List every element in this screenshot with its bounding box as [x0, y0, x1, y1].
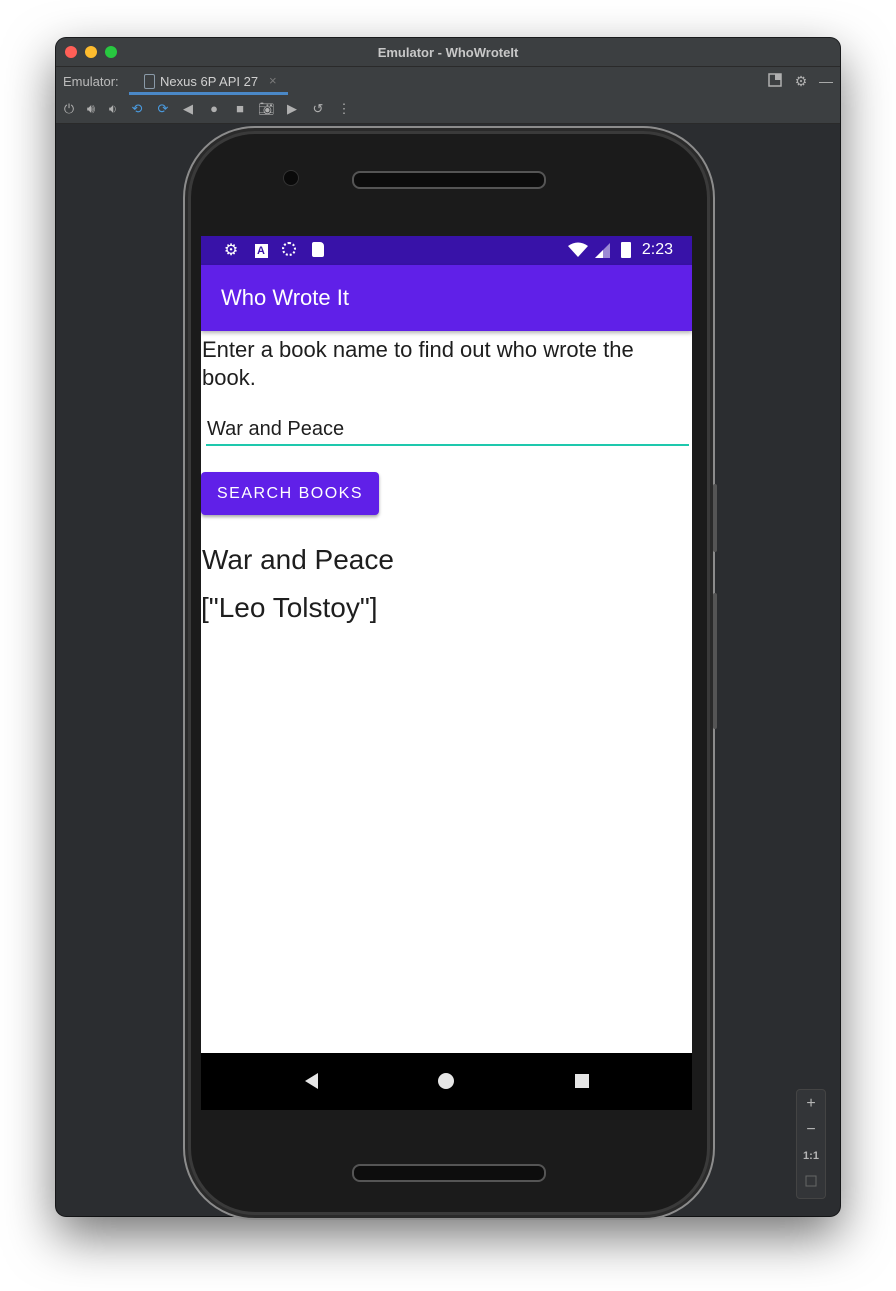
screenshot-icon[interactable]: 📷︎ [258, 101, 275, 117]
bottom-speaker [352, 1164, 546, 1182]
app-title: Who Wrote It [221, 285, 349, 310]
emulator-label: Emulator: [63, 74, 119, 89]
top-speaker [352, 171, 546, 189]
wifi-icon [568, 242, 588, 260]
tab-bar: Emulator: Nexus 6P API 27 × ⚙ — [56, 67, 840, 95]
device-tab-label: Nexus 6P API 27 [160, 74, 259, 89]
back-icon[interactable]: ◀ [180, 101, 196, 117]
front-camera [283, 170, 299, 186]
battery-icon [617, 242, 635, 260]
device-screen: ⚙ A 2:23 Who Wrote It Enter a book name … [201, 236, 692, 1110]
phone-volume-button[interactable] [713, 593, 717, 729]
settings-gear-icon[interactable]: ⚙ [793, 73, 809, 89]
sync-notification-icon [280, 242, 298, 260]
title-bar: Emulator - WhoWroteIt [56, 38, 840, 67]
phone-power-button[interactable] [713, 484, 717, 552]
nav-recents-icon[interactable] [575, 1074, 589, 1088]
power-icon[interactable]: ⏻ [61, 101, 77, 117]
result-author-text: ["Leo Tolstoy"] [201, 592, 378, 623]
book-search-input[interactable] [206, 414, 689, 446]
search-books-button[interactable]: SEARCH BOOKS [201, 472, 379, 515]
zoom-out-button[interactable]: − [797, 1121, 825, 1139]
window-title: Emulator - WhoWroteIt [377, 45, 519, 60]
result-title-text: War and Peace [202, 544, 394, 575]
font-notification-icon: A [252, 242, 270, 260]
overview-icon[interactable]: ■ [232, 101, 248, 117]
settings-notification-icon: ⚙ [223, 242, 239, 259]
rotate-right-icon[interactable]: ⟳ [155, 101, 171, 117]
actual-size-button[interactable]: 1:1 [797, 1150, 825, 1162]
more-icon[interactable]: ⋮ [336, 101, 352, 117]
app-bar: Who Wrote It [201, 265, 692, 331]
tab-nexus-6p[interactable]: Nexus 6P API 27 × [129, 67, 288, 95]
emulator-toolbar: ⏻ 🔊︎ 🔉︎ ⟲ ⟳ ◀ ● ■ 📷︎ ▶ ↺ ⋮ [56, 95, 840, 124]
zoom-controls: + − 1:1 [796, 1089, 826, 1199]
cell-signal-icon [593, 242, 611, 260]
navigation-bar [201, 1053, 692, 1110]
layout-icon[interactable] [767, 73, 783, 89]
zoom-in-button[interactable]: + [797, 1095, 825, 1113]
nav-home-icon[interactable] [438, 1073, 454, 1089]
rotate-left-icon[interactable]: ⟲ [129, 101, 145, 117]
nav-back-icon[interactable] [305, 1073, 318, 1089]
sd-card-icon [309, 242, 327, 260]
snapshot-icon[interactable]: ↺ [310, 101, 326, 117]
instruction-text: Enter a book name to find out who wrote … [202, 337, 634, 390]
status-bar: ⚙ A 2:23 [201, 236, 692, 265]
minimize-panel-icon[interactable]: — [818, 73, 834, 89]
device-icon [144, 74, 155, 89]
volume-down-icon[interactable]: 🔉︎ [105, 101, 121, 117]
status-time: 2:23 [641, 241, 673, 258]
close-tab-icon[interactable]: × [269, 73, 277, 88]
fit-screen-icon[interactable] [797, 1174, 825, 1192]
home-icon[interactable]: ● [206, 101, 222, 117]
screenrecord-icon[interactable]: ▶ [284, 101, 300, 117]
volume-up-icon[interactable]: 🔊︎ [83, 101, 99, 117]
